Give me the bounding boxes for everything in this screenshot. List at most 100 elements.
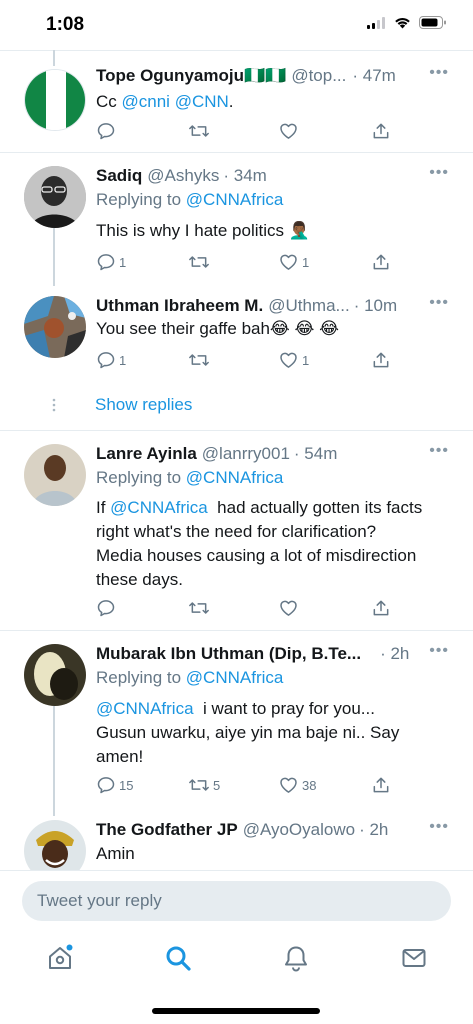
reply-icon (97, 600, 115, 617)
share-icon (373, 123, 389, 139)
replying-to-link[interactable]: @CNNAfrica (186, 668, 284, 687)
display-name[interactable]: Sadiq (96, 166, 142, 186)
username[interactable]: @Ashyks (147, 166, 219, 186)
retweet-button[interactable] (188, 121, 213, 141)
avatar[interactable] (24, 296, 86, 358)
text-part: . (228, 92, 234, 111)
tweet[interactable]: The Godfather JP @AyoOyalowo · 2h ••• Am… (0, 810, 473, 870)
nigeria-flag-avatar-icon (25, 70, 85, 130)
like-button[interactable]: 1 (278, 350, 309, 370)
tab-notifications[interactable] (280, 942, 312, 974)
retweet-icon (189, 125, 209, 137)
avatar[interactable] (24, 166, 86, 228)
tweet-actions: 15 5 38 (96, 775, 396, 797)
user-photo-icon (24, 166, 86, 228)
reply-button[interactable] (96, 121, 119, 141)
like-button[interactable]: 38 (278, 775, 316, 795)
like-button[interactable]: 1 (278, 252, 309, 272)
user-photo-icon (24, 644, 86, 706)
display-name[interactable]: The Godfather JP (96, 820, 238, 840)
share-icon (373, 254, 389, 270)
display-name[interactable]: Lanre Ayinla (96, 444, 197, 464)
tweet[interactable]: Mubarak Ibn Uthman (Dip, B.Te... · 2h ••… (0, 630, 473, 810)
like-count: 1 (302, 352, 310, 368)
mention-link[interactable]: @cnni (122, 92, 170, 111)
display-name[interactable]: Tope Ogunyamoju (96, 66, 244, 86)
tweet[interactable]: Uthman Ibraheem M. @Uthma... · 10m ••• Y… (0, 282, 473, 390)
tweet-actions (96, 121, 396, 143)
avatar[interactable] (24, 444, 86, 506)
timestamp: · 34m (223, 166, 267, 185)
mention-link[interactable]: @CNNAfrica (96, 699, 194, 718)
username[interactable]: @top... (291, 66, 346, 86)
more-options-icon[interactable]: ••• (429, 642, 449, 660)
display-name[interactable]: Uthman Ibraheem M. (96, 296, 263, 316)
status-time: 1:08 (46, 14, 85, 35)
tweet-reply-input[interactable] (22, 881, 451, 921)
retweet-icon (189, 602, 209, 614)
avatar[interactable] (24, 644, 86, 706)
messages-icon (402, 949, 426, 967)
tab-home[interactable] (44, 942, 76, 974)
replying-to: Replying to @CNNAfrica (96, 468, 283, 488)
wifi-icon (395, 17, 410, 28)
reply-button[interactable]: 1 (96, 252, 126, 272)
text-part: Cc (96, 92, 122, 111)
more-options-icon[interactable]: ••• (429, 818, 449, 836)
username[interactable]: @lanrry001 (202, 444, 290, 464)
tweet[interactable]: Sadiq @Ashyks · 34m ••• Replying to @CNN… (0, 152, 473, 282)
share-button[interactable] (371, 598, 391, 618)
username[interactable]: @AyoOyalowo (243, 820, 355, 840)
replying-to-link[interactable]: @CNNAfrica (186, 468, 284, 487)
tweet[interactable]: Tope Ogunyamoju 🇳🇬🇳🇬 @top... · 47m ••• Cc… (0, 50, 473, 152)
more-options-icon[interactable]: ••• (429, 294, 449, 312)
more-options-icon[interactable]: ••• (429, 64, 449, 82)
like-button[interactable] (278, 121, 302, 141)
reply-composer (0, 870, 473, 930)
avatar[interactable] (24, 820, 86, 870)
tab-search[interactable] (162, 942, 194, 974)
signal-icon (367, 16, 385, 29)
notifications-icon (285, 946, 307, 972)
tab-messages[interactable] (398, 942, 430, 974)
reply-count: 1 (119, 254, 127, 270)
share-icon (373, 777, 389, 793)
reply-button[interactable] (96, 598, 119, 618)
retweet-button[interactable] (188, 350, 213, 370)
tweet-text: Amin (96, 844, 135, 863)
more-options-icon[interactable]: ••• (429, 442, 449, 460)
retweet-icon (189, 354, 209, 366)
search-icon (166, 946, 191, 971)
tweet-header: Mubarak Ibn Uthman (Dip, B.Te... · 2h (96, 642, 451, 666)
reply-button[interactable]: 15 (96, 775, 133, 795)
tweet-header: Lanre Ayinla @lanrry001 · 54m (96, 442, 451, 466)
more-options-icon[interactable]: ••• (429, 164, 449, 182)
battery-icon (419, 16, 446, 29)
retweet-icon (189, 256, 209, 268)
reply-button[interactable]: 1 (96, 350, 126, 370)
mention-link[interactable]: @CNN (175, 92, 229, 111)
share-button[interactable] (371, 775, 391, 795)
share-button[interactable] (371, 252, 391, 272)
replying-to-link[interactable]: @CNNAfrica (186, 190, 284, 209)
retweet-count: 5 (213, 777, 221, 793)
share-button[interactable] (371, 121, 391, 141)
like-count: 1 (302, 254, 310, 270)
show-replies-link[interactable]: Show replies (95, 395, 192, 415)
share-button[interactable] (371, 350, 391, 370)
timestamp: · 54m (293, 444, 338, 463)
replying-to: Replying to @CNNAfrica (96, 190, 283, 210)
mention-link[interactable]: @CNNAfrica (110, 498, 208, 517)
retweet-button[interactable] (188, 598, 213, 618)
like-count: 38 (302, 777, 317, 793)
avatar[interactable] (24, 69, 86, 131)
retweet-button[interactable]: 5 (188, 775, 220, 795)
display-name[interactable]: Mubarak Ibn Uthman (Dip, B.Te... (96, 644, 361, 664)
like-button[interactable] (278, 598, 302, 618)
tweet-header: Uthman Ibraheem M. @Uthma... · 10m (96, 294, 451, 318)
tweet-header: Tope Ogunyamoju 🇳🇬🇳🇬 @top... · 47m (96, 64, 451, 88)
tweet-header: Sadiq @Ashyks · 34m (96, 164, 451, 188)
username[interactable]: @Uthma... (268, 296, 350, 316)
retweet-button[interactable] (188, 252, 213, 272)
tweet[interactable]: Lanre Ayinla @lanrry001 · 54m ••• Replyi… (0, 430, 473, 630)
